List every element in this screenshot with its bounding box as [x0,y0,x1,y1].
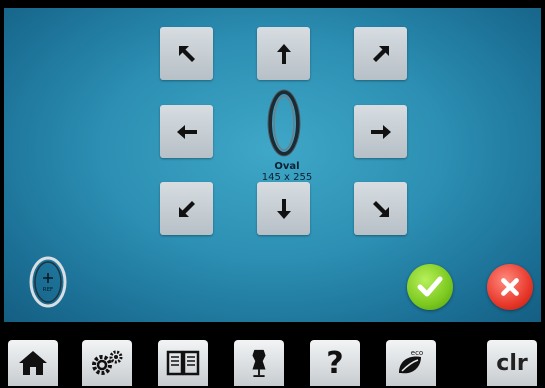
move-left-button[interactable] [160,105,213,158]
settings-button[interactable] [82,340,132,386]
home-button[interactable] [8,340,58,386]
help-label: ? [326,345,344,381]
hoop-info: Oval 145 x 255 [232,161,342,183]
move-up-button[interactable] [257,27,310,80]
hoop-name: Oval [274,161,300,172]
ref-label: REF [43,287,53,293]
move-right-button[interactable] [354,105,407,158]
tutorial-button[interactable] [158,340,208,386]
eco-leaf-icon: eco [399,349,423,374]
arrow-up-icon [276,43,291,64]
move-down-right-button[interactable] [354,182,407,235]
cancel-button[interactable] [487,264,533,310]
eco-button[interactable]: eco [386,340,436,386]
dress-form-icon [252,349,266,377]
oval-hoop-icon [267,89,301,157]
help-button[interactable]: ? [310,340,360,386]
move-down-button[interactable] [257,182,310,235]
close-icon [501,278,519,296]
creative-consultant-button[interactable] [234,340,284,386]
arrow-down-right-icon [372,200,389,217]
move-down-left-button[interactable] [160,182,213,235]
arrow-left-icon [176,124,197,139]
arrow-down-left-icon [178,200,195,217]
home-icon [19,351,47,375]
checkmark-icon [417,276,443,297]
display-frame: Oval 145 x 255 REF ? eco clr [0,0,545,388]
arrow-right-icon [370,124,391,139]
arrow-up-left-icon [178,45,195,62]
arrow-down-icon [276,198,291,219]
clear-button[interactable]: clr [487,340,537,386]
arrow-up-right-icon [372,45,389,62]
hoop-position-screen: Oval 145 x 255 REF [4,8,541,322]
eco-label: eco [411,349,423,357]
move-up-right-button[interactable] [354,27,407,80]
book-icon [166,350,200,376]
reference-hoop-button[interactable]: REF [26,254,70,310]
gears-icon [92,350,123,375]
move-up-left-button[interactable] [160,27,213,80]
clr-label: clr [496,350,528,376]
confirm-button[interactable] [407,264,453,310]
